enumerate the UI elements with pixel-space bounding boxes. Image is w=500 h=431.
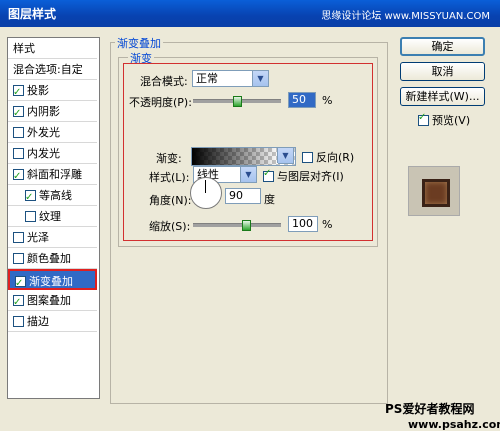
style-list: 样式 混合选项:自定 投影 内阴影 外发光 内发光 斜面和浮雕 等高线 纹理 光… — [7, 37, 100, 399]
angle-dial[interactable] — [190, 177, 222, 209]
slider-thumb[interactable] — [242, 220, 251, 231]
opacity-input[interactable]: 50 — [288, 92, 316, 108]
group-title: 渐变叠加 — [115, 35, 163, 51]
checkbox-icon[interactable] — [13, 147, 24, 159]
style-item-gradient-overlay[interactable]: 渐变叠加 — [8, 269, 97, 294]
style-item-texture[interactable]: 纹理 — [8, 206, 97, 227]
blend-mode-label: 混合模式: — [140, 75, 188, 88]
chevron-down-icon[interactable]: ▼ — [277, 148, 293, 163]
angle-unit: 度 — [264, 193, 275, 206]
style-item-pattern-overlay[interactable]: 图案叠加 — [8, 290, 97, 313]
checkbox-icon[interactable] — [263, 168, 274, 182]
style-item-outer-glow[interactable]: 外发光 — [8, 122, 97, 143]
scale-slider[interactable] — [193, 220, 281, 231]
cancel-button[interactable]: 取消 — [400, 62, 485, 81]
opacity-slider[interactable] — [193, 96, 281, 107]
gradient-dropdown[interactable]: ▼ — [277, 147, 294, 164]
chevron-down-icon[interactable]: ▼ — [252, 71, 268, 86]
reverse-checkbox[interactable]: 反向(R) — [302, 149, 354, 165]
style-list-header[interactable]: 样式 — [8, 38, 97, 59]
checkbox-icon[interactable] — [302, 151, 313, 163]
checkbox-icon[interactable] — [13, 166, 24, 187]
angle-input[interactable]: 90 — [225, 188, 261, 204]
checkbox-icon[interactable] — [15, 273, 26, 294]
checkbox-icon[interactable] — [13, 103, 24, 124]
checkbox-icon[interactable] — [13, 82, 24, 103]
style-item-inner-shadow[interactable]: 内阴影 — [8, 101, 97, 124]
angle-label: 角度(N): — [149, 194, 192, 207]
preview-swatch — [422, 179, 450, 207]
style-item-bevel-emboss[interactable]: 斜面和浮雕 — [8, 164, 97, 187]
blend-mode-select[interactable]: 正常 ▼ — [192, 70, 269, 87]
ok-button[interactable]: 确定 — [400, 37, 485, 56]
title-bar: 图层样式 思缘设计论坛 www.MISSYUAN.COM — [0, 0, 500, 27]
scale-label: 缩放(S): — [149, 220, 191, 233]
gradient-label: 渐变: — [156, 152, 182, 165]
checkbox-icon[interactable] — [13, 252, 24, 264]
style-item-color-overlay[interactable]: 颜色叠加 — [8, 248, 97, 269]
scale-input[interactable]: 100 — [288, 216, 318, 232]
chevron-down-icon[interactable]: ▼ — [240, 167, 256, 182]
scale-unit: % — [322, 218, 333, 231]
checkbox-icon[interactable] — [13, 231, 24, 243]
opacity-unit: % — [322, 94, 333, 107]
checkbox-icon[interactable] — [25, 210, 36, 222]
new-style-button[interactable]: 新建样式(W)... — [400, 87, 485, 106]
opacity-label: 不透明度(P): — [129, 96, 192, 109]
style-preview — [408, 166, 460, 216]
blend-options-item[interactable]: 混合选项:自定 — [8, 59, 97, 80]
style-item-inner-glow[interactable]: 内发光 — [8, 143, 97, 164]
preview-checkbox[interactable]: 预览(V) — [418, 112, 470, 128]
watermark-url: www.psahz.com — [408, 418, 500, 431]
checkbox-icon[interactable] — [13, 126, 24, 138]
checkbox-icon[interactable] — [13, 292, 24, 313]
style-label: 样式(L): — [149, 171, 190, 184]
align-checkbox[interactable]: 与图层对齐(I) — [263, 168, 344, 184]
dialog-body: 样式 混合选项:自定 投影 内阴影 外发光 内发光 斜面和浮雕 等高线 纹理 光… — [0, 27, 500, 431]
checkbox-icon[interactable] — [13, 315, 24, 327]
style-item-drop-shadow[interactable]: 投影 — [8, 80, 97, 103]
slider-thumb[interactable] — [233, 96, 242, 107]
watermark-top: 思缘设计论坛 www.MISSYUAN.COM — [321, 11, 490, 22]
style-item-contour[interactable]: 等高线 — [8, 185, 97, 208]
style-item-stroke[interactable]: 描边 — [8, 311, 97, 332]
style-item-satin[interactable]: 光泽 — [8, 227, 97, 248]
checkbox-icon[interactable] — [418, 112, 429, 126]
checkbox-icon[interactable] — [25, 187, 36, 208]
window-title: 图层样式 — [8, 7, 57, 21]
